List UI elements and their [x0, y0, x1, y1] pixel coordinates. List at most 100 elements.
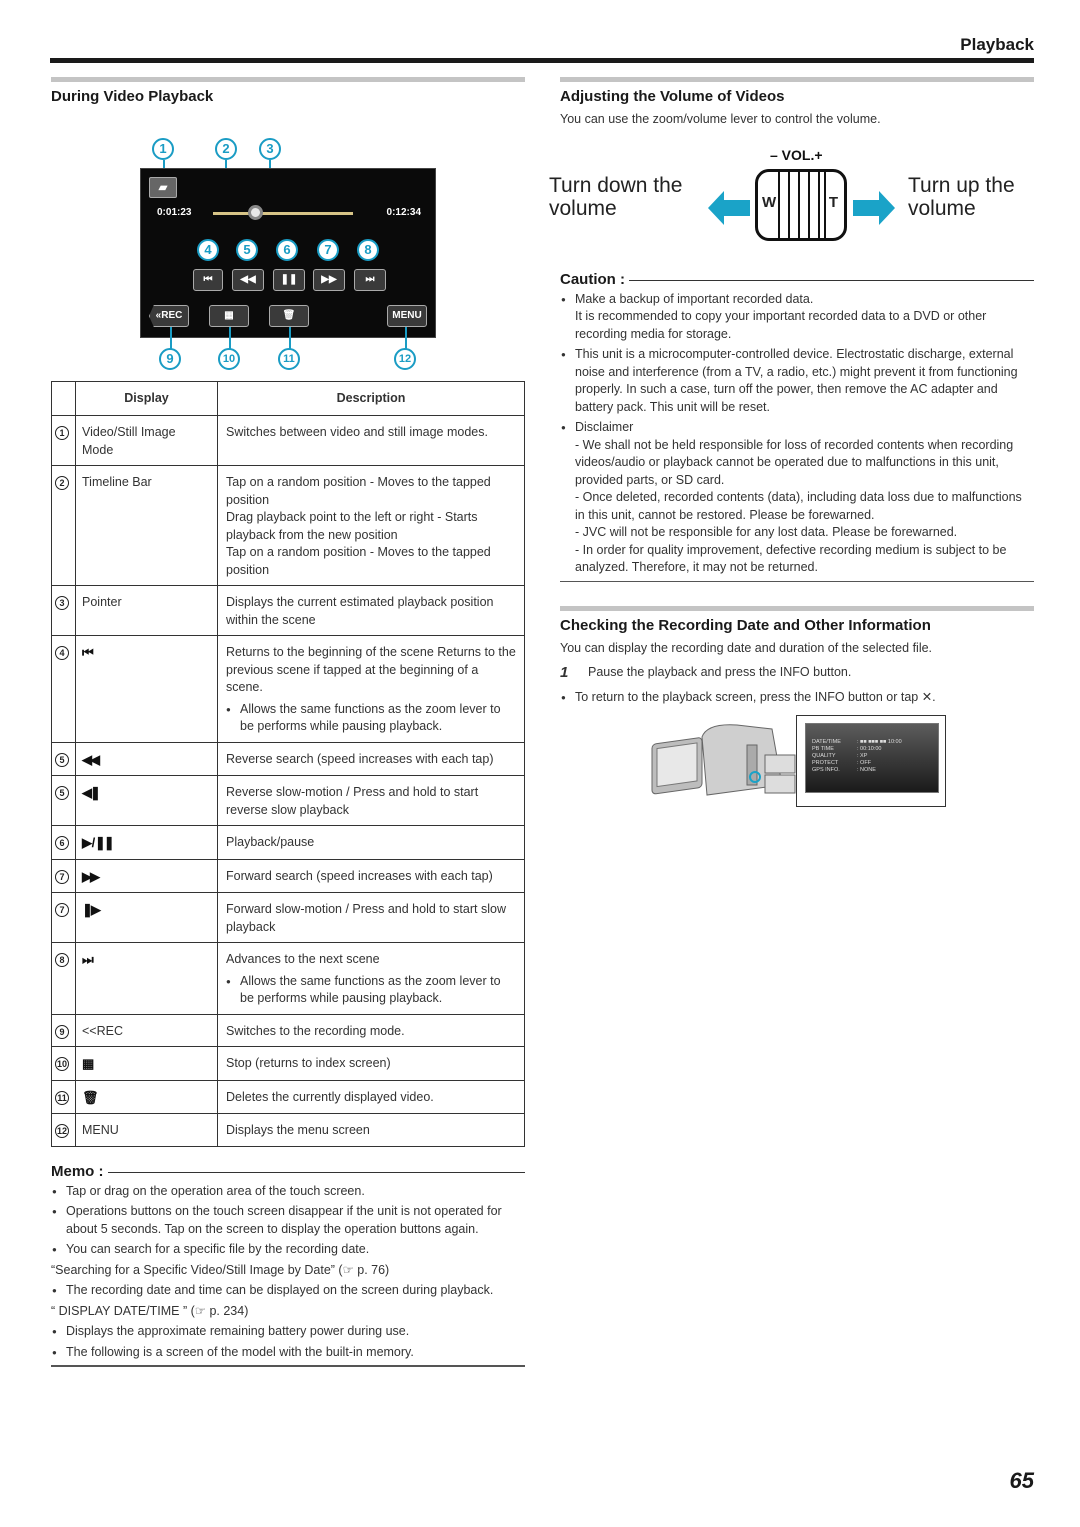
volume-diagram: Turn down the volume – VOL.+ W T Turn up… [549, 141, 1040, 251]
row-number: 7 [51, 858, 76, 893]
table-row: 8 ⏭ Advances to the next scene Allows the s… [51, 942, 525, 1015]
table-row: 12 MENU Displays the menu screen [51, 1113, 525, 1147]
row-display: Timeline Bar [75, 465, 218, 586]
callout-line [229, 327, 231, 349]
memo-header: Memo : [51, 1163, 525, 1180]
table-header-row: Display Description [51, 381, 525, 416]
row-description: Forward slow-motion / Press and hold to … [217, 892, 525, 943]
display-description-table: Display Description 1 Video/Still Image M… [51, 381, 525, 1147]
camcorder-info-illustration: DATE/TIME: ■■ ■■■ ■■ 10:00 PB TIME : 00:10… [647, 714, 947, 810]
section-title-playback: During Video Playback [51, 88, 214, 105]
caution-text: Make a backup of important recorded data… [575, 291, 814, 306]
row-number: 10 [51, 1046, 76, 1081]
description-text: Switches between video and still image m… [226, 425, 488, 439]
info-value: : 00:10:00 [857, 745, 882, 752]
info-bullet: To return to the playback screen, press … [560, 689, 1034, 707]
callout-5: 5 [236, 239, 258, 261]
memo-bullet: Tap or drag on the operation area of the… [51, 1183, 525, 1201]
info-row: QUALITY: XP [806, 753, 938, 760]
fast-forward-icon: ▶▶ [82, 868, 100, 884]
rewind-button[interactable]: ◀◀ [232, 269, 264, 291]
row-display: ⏭ [75, 942, 218, 1015]
section-title-info: Checking the Recording Date and Other In… [560, 617, 931, 634]
description-text: Switches to the recording mode. [226, 1023, 405, 1038]
display-label: Video/Still Image Mode [82, 425, 176, 457]
header-rule [50, 58, 1034, 63]
t-label: T [828, 193, 838, 211]
header-display: Display [75, 381, 218, 416]
row-description: Reverse slow-motion / Press and hold to … [217, 775, 525, 826]
row-display: ▶ / ❚❚ [75, 825, 218, 860]
memo-title: Memo : [51, 1162, 104, 1180]
info-row: PB TIME : 00:10:00 [806, 746, 938, 753]
page-number: 65 [1009, 1468, 1034, 1493]
info-screen: DATE/TIME: ■■ ■■■ ■■ 10:00 PB TIME : 00:10… [796, 714, 946, 807]
info-row: DATE/TIME: ■■ ■■■ ■■ 10:00 [806, 739, 938, 746]
zoom-volume-lever[interactable]: W T [755, 168, 847, 241]
memo-reference-link[interactable]: “ DISPLAY DATE/TIME ” (☞ p. 234) [51, 1303, 525, 1321]
skip-forward-button[interactable]: ⏭ [354, 269, 386, 291]
info-intro: You can display the recording date and d… [560, 641, 933, 655]
step-text: Pause the playback and press the INFO bu… [588, 664, 852, 679]
vol-lever-label: – VOL.+ [770, 146, 823, 163]
timeline-pointer[interactable] [248, 205, 263, 220]
row-description: Reverse search (speed increases with eac… [217, 741, 525, 776]
row-description: Advances to the next scene Allows the sam… [217, 942, 525, 1015]
row-number: 11 [51, 1079, 76, 1114]
info-screen-inner: DATE/TIME: ■■ ■■■ ■■ 10:00 PB TIME : 00:10… [805, 722, 939, 793]
index-button[interactable]: ▦ [209, 305, 249, 327]
display-label: MENU [82, 1123, 119, 1137]
caution-bullet: Make a backup of important recorded data… [560, 291, 1034, 344]
arrow-right-icon [853, 190, 895, 225]
row-description: Displays the current estimated playback … [217, 585, 525, 636]
description-text: Stop (returns to index screen) [226, 1056, 391, 1070]
table-row: 7 ❚▶ Forward slow-motion / Press and hold … [51, 892, 525, 943]
table-row: 6 ▶ / ❚❚ Playback/pause [51, 825, 525, 860]
row-display: Video/Still Image Mode [75, 415, 218, 466]
caution-subtext: - We shall not be held responsible for l… [575, 437, 1014, 487]
callout-2: 2 [215, 138, 237, 160]
description-text: Tap on a random position - Moves to the … [226, 475, 491, 577]
memo-bottom-rule [51, 1365, 525, 1367]
fast-forward-button[interactable]: ▶▶ [313, 269, 345, 291]
menu-button[interactable]: MENU [387, 305, 427, 327]
info-row: GPS INFO.: NONE [806, 767, 938, 774]
timeline-bar[interactable] [213, 212, 353, 215]
skip-back-button[interactable]: ⏮ [193, 269, 223, 291]
row-number-circle: 4 [55, 646, 69, 660]
row-note: Allows the same functions as the zoom le… [226, 973, 516, 1008]
forward-slow-icon: ❚▶ [82, 902, 101, 917]
row-display: ▦ [75, 1046, 218, 1081]
row-description: Forward search (speed increases with eac… [217, 858, 525, 893]
pause-button[interactable]: ❚❚ [273, 269, 305, 291]
row-number: 3 [51, 585, 76, 636]
row-number: 1 [51, 415, 76, 466]
total-time: 0:12:34 [386, 207, 421, 218]
description-text: Deletes the currently displayed video. [226, 1089, 434, 1104]
row-number-circle: 10 [55, 1057, 69, 1071]
memo-reference-link[interactable]: “Searching for a Specific Video/Still Im… [51, 1262, 525, 1280]
callout-6: 6 [276, 239, 298, 261]
delete-button[interactable]: 🗑 [269, 305, 309, 327]
step-1: 1 Pause the playback and press the INFO … [560, 664, 1034, 682]
memo-bullet: The recording date and time can be displ… [51, 1282, 525, 1300]
caution-rule [629, 280, 1034, 281]
description-text: Reverse search (speed increases with eac… [226, 751, 494, 766]
info-key: PB TIME [812, 745, 834, 752]
callout-line [289, 327, 291, 349]
info-value: : XP [857, 752, 868, 759]
turn-up-text: Turn up the volume [908, 173, 1015, 220]
table-row: 3 Pointer Displays the current estimated p… [51, 585, 525, 636]
video-camera-icon[interactable]: ▰ [149, 177, 177, 198]
caution-title: Caution : [560, 270, 625, 288]
row-number: 5 [51, 741, 76, 776]
section-bar [560, 606, 1034, 611]
rec-button[interactable]: «REC [149, 305, 189, 327]
row-description: Deletes the currently displayed video. [217, 1079, 525, 1114]
row-description: Tap on a random position - Moves to the … [217, 465, 525, 586]
camcorder-icon [651, 723, 796, 796]
volume-intro: You can use the zoom/volume lever to con… [560, 112, 881, 126]
memo-bullet: Operations buttons on the touch screen d… [51, 1203, 525, 1238]
caution-subtext: - JVC will not be responsible for any lo… [575, 525, 958, 539]
table-row: 7 ▶▶ Forward search (speed increases with … [51, 858, 525, 893]
